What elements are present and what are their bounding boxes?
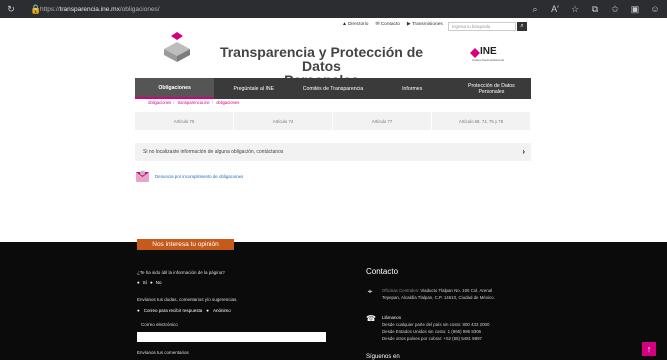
search-input[interactable]: Ingresa tu búsqueda bbox=[448, 22, 516, 31]
arrow-up-icon: ↑ bbox=[646, 344, 652, 354]
ine-subtitle: Instituto Nacional Electoral bbox=[472, 59, 504, 62]
breadcrumb-item[interactable]: transparencia.ine bbox=[178, 100, 210, 105]
broadcasts-link[interactable]: ▶Transmisiones bbox=[407, 21, 443, 27]
address-line-2: Tepepan, Alcaldía Tlalpan, C.P. 14610, C… bbox=[382, 295, 495, 300]
phone-line-3: Desde otros países por cobrar: +52 (55) … bbox=[382, 336, 482, 341]
browser-toolbar: ↻ 🔒 https:// transparencia.ine.mx /oblig… bbox=[0, 0, 667, 18]
search-icon[interactable]: ⌕ bbox=[527, 0, 543, 18]
nav-item-proteccion[interactable]: Protección de Datos Personales bbox=[452, 78, 531, 99]
broadcast-icon: ▶ bbox=[406, 21, 411, 27]
radio-no[interactable]: ● bbox=[150, 280, 153, 285]
title-line-1: Transparencia y Protección de Datos bbox=[219, 44, 424, 74]
address-bar[interactable]: https:// transparencia.ine.mx /obligacio… bbox=[40, 3, 190, 15]
main-nav: Obligaciones Pregúntale al INE Comités d… bbox=[135, 78, 531, 99]
complaint-link-text: Denuncia por incumplimiento de obligacio… bbox=[155, 174, 244, 179]
article-tabs: Artículo 70 Artículo 74 Artículo 77 Artí… bbox=[135, 112, 531, 130]
article-70-link[interactable]: Artículo 70 bbox=[135, 112, 234, 130]
nav-item-comites[interactable]: Comités de Transparencia bbox=[293, 78, 372, 99]
phone-block: ☎ Llámanos Desde cualquier parte del paí… bbox=[366, 314, 489, 342]
collections-icon[interactable]: ▣ bbox=[627, 0, 643, 18]
ine-logo bbox=[470, 48, 480, 58]
person-icon: ▲ bbox=[342, 21, 347, 27]
search-icon: ⌕ bbox=[520, 23, 524, 29]
phone-line-1: Desde cualquier parte del país sin costo… bbox=[382, 322, 490, 327]
chevron-right-icon: › bbox=[522, 147, 525, 156]
nav-item-preguntale[interactable]: Pregúntale al INE bbox=[214, 78, 293, 99]
phone-icon: ☎ bbox=[366, 314, 376, 323]
address-block: ⌖ Oficinas Centrales: Viaducto Tlalpan N… bbox=[366, 287, 495, 301]
article-68-link[interactable]: Artículo 68, 74, 75 y 78 bbox=[432, 112, 531, 130]
article-77-link[interactable]: Artículo 77 bbox=[333, 112, 432, 130]
social-heading: Síguenos en bbox=[366, 354, 400, 360]
address-label: Oficinas Centrales: bbox=[382, 288, 420, 293]
ine-wordmark: INE bbox=[480, 46, 497, 57]
complaint-icon bbox=[136, 170, 149, 182]
feedback-tab: Nos interesa tu opinión bbox=[137, 239, 234, 250]
contact-notice-text: Si no localizaste información de alguna … bbox=[143, 149, 284, 155]
favorites-bar-icon[interactable]: ✩ bbox=[607, 0, 623, 18]
transparency-cube-logo bbox=[164, 32, 190, 62]
url-prefix: https:// bbox=[40, 5, 60, 13]
radio-anonymous[interactable]: ● bbox=[206, 308, 209, 313]
scroll-to-top-button[interactable]: ↑ bbox=[642, 342, 656, 356]
footer: Nos interesa tu opinión ¿Te ha sido útil… bbox=[0, 239, 667, 360]
url-host: transparencia.ine.mx bbox=[59, 5, 120, 13]
phone-title: Llámanos bbox=[382, 315, 402, 320]
location-pin-icon: ⌖ bbox=[367, 287, 373, 296]
breadcrumb-item: obligaciones bbox=[216, 100, 240, 105]
page: ▲Directorio ✉Contacto ▶Transmisiones Ing… bbox=[0, 18, 667, 360]
useful-question: ¿Te ha sido útil la información de la pá… bbox=[137, 270, 225, 275]
nav-item-informes[interactable]: Informes bbox=[373, 78, 452, 99]
complaint-link[interactable]: Denuncia por incumplimiento de obligacio… bbox=[135, 169, 243, 184]
article-74-link[interactable]: Artículo 74 bbox=[234, 112, 333, 130]
profile-icon[interactable]: ☺ bbox=[647, 0, 663, 18]
search-button[interactable]: ⌕ bbox=[517, 22, 527, 31]
mail-icon: ✉ bbox=[375, 21, 380, 27]
url-path: /obligaciones/ bbox=[119, 5, 160, 13]
address-line-1: Viaducto Tlalpan No. 100 Col. Arenal bbox=[420, 288, 493, 293]
useful-radio-group: ● Sí ● No bbox=[137, 280, 162, 285]
radio-email-reply[interactable]: ● bbox=[137, 308, 140, 313]
top-links: ▲Directorio ✉Contacto ▶Transmisiones bbox=[342, 21, 443, 27]
breadcrumb: obligaciones / transparencia.ine / obligac… bbox=[148, 100, 240, 105]
favorite-icon[interactable]: ☆ bbox=[567, 0, 583, 18]
nav-item-obligaciones[interactable]: Obligaciones bbox=[135, 78, 215, 99]
directory-link[interactable]: ▲Directorio bbox=[342, 21, 368, 27]
breadcrumb-item[interactable]: obligaciones bbox=[148, 100, 171, 105]
radio-si[interactable]: ● bbox=[137, 280, 140, 285]
contact-link[interactable]: ✉Contacto bbox=[375, 21, 399, 27]
reload-icon[interactable]: ↻ bbox=[3, 0, 19, 18]
read-aloud-icon[interactable]: A′ bbox=[547, 0, 563, 18]
reply-radio-group: ● Correo para recibir respuesta ● Anónimo bbox=[137, 308, 231, 313]
email-label: Correo electrónico bbox=[141, 322, 178, 327]
contact-heading: Contacto bbox=[366, 267, 399, 276]
contact-notice-row[interactable]: Si no localizaste información de alguna … bbox=[135, 143, 531, 161]
send-comments-label: Envíanos tus comentarios bbox=[137, 350, 189, 355]
extensions-icon[interactable]: ⧉ bbox=[587, 0, 603, 18]
email-field[interactable] bbox=[137, 332, 326, 342]
comments-prompt: Envíanos tus dudas, comentarios y/o suge… bbox=[137, 297, 238, 302]
phone-line-2: Desde Estados Unidos sin costo: 1 (866) … bbox=[382, 329, 482, 334]
